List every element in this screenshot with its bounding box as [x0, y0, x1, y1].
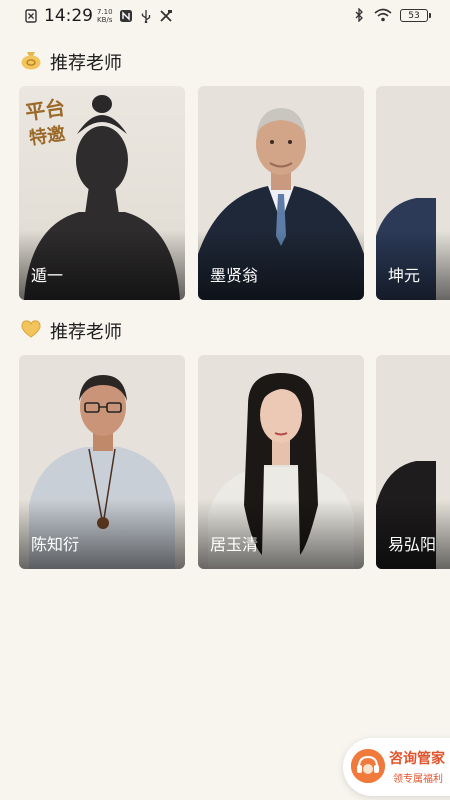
- teacher-name: 墨贤翁: [210, 266, 259, 285]
- teacher-name: 居玉清: [210, 535, 259, 554]
- network-speed: 7.10 KB/s: [97, 8, 113, 24]
- sim-off-icon: [24, 9, 38, 23]
- teacher-carousel-1[interactable]: 平台 特邀 遁一 墨贤翁 坤元: [19, 86, 450, 302]
- special-invite-badge-line2: 特邀: [27, 123, 67, 150]
- status-bar: 14:29 7.10 KB/s 53: [0, 0, 450, 34]
- section-title: 推荐老师: [50, 322, 122, 343]
- teacher-card[interactable]: 墨贤翁: [198, 86, 364, 300]
- teacher-card[interactable]: 陈知衍: [19, 355, 185, 569]
- battery-indicator: 53: [400, 8, 431, 22]
- customer-service-icon: [351, 749, 385, 783]
- consult-manager-button[interactable]: 咨询管家 领专属福利: [343, 738, 450, 796]
- clock: 14:29: [44, 6, 93, 26]
- section-header-2: 推荐老师: [20, 318, 122, 344]
- consult-subtitle: 领专属福利: [393, 774, 443, 785]
- teacher-name: 坤元: [388, 266, 421, 285]
- wifi-icon: [374, 8, 392, 22]
- teacher-name: 易弘阳: [388, 535, 437, 554]
- usb-icon: [139, 9, 153, 23]
- money-bag-icon: [20, 50, 42, 74]
- section-title: 推荐老师: [50, 53, 122, 74]
- teacher-card[interactable]: 居玉清: [198, 355, 364, 569]
- consult-title: 咨询管家: [389, 751, 445, 767]
- teacher-card[interactable]: 平台 特邀 遁一: [19, 86, 185, 300]
- tools-icon: [159, 9, 173, 23]
- section-header-1: 推荐老师: [20, 49, 122, 75]
- teacher-name: 陈知衍: [31, 535, 80, 554]
- network-speed-value: 7.10: [97, 8, 113, 16]
- teacher-name: 遁一: [31, 266, 64, 285]
- nfc-icon: [119, 9, 133, 23]
- teacher-card[interactable]: 坤元: [376, 86, 450, 300]
- bluetooth-icon: [352, 8, 366, 22]
- network-speed-unit: KB/s: [97, 16, 113, 24]
- heart-icon: [20, 319, 42, 343]
- teacher-card[interactable]: 易弘阳: [376, 355, 450, 569]
- teacher-carousel-2[interactable]: 陈知衍 居玉清 易弘阳: [19, 355, 450, 571]
